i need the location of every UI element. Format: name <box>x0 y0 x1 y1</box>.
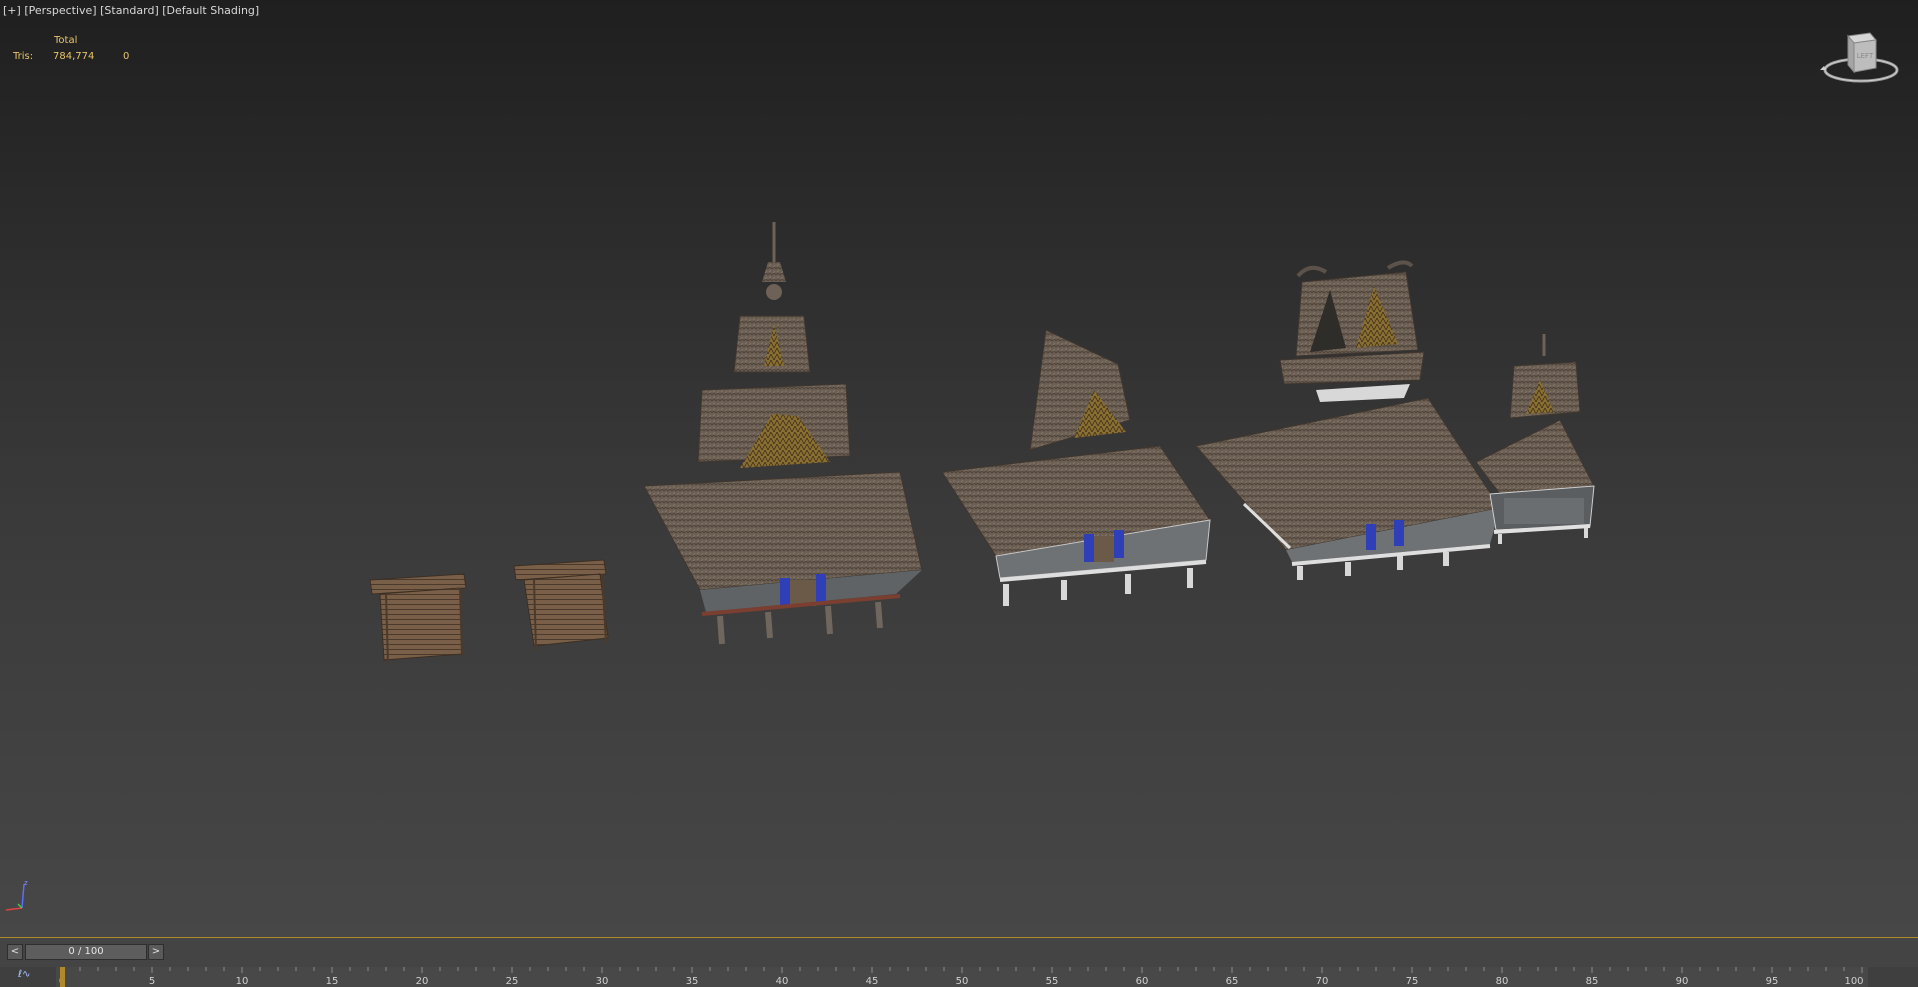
frame-tick-label: 40 <box>776 976 789 987</box>
viewcube-face-label: LEFT <box>1857 52 1874 60</box>
frame-tick-label: 25 <box>506 976 519 987</box>
frame-tick-label: 60 <box>1136 976 1149 987</box>
frame-tick-label: 30 <box>596 976 609 987</box>
previous-frame-button[interactable]: < <box>7 944 23 960</box>
frame-tick-label: 65 <box>1226 976 1239 987</box>
time-slider-bar: < 0 / 100 > <box>0 937 1918 968</box>
viewport-style-menu[interactable]: [Standard] <box>100 4 159 17</box>
pavilion <box>1475 334 1595 544</box>
gabled-house <box>941 329 1211 606</box>
frame-tick-label: 55 <box>1046 976 1059 987</box>
viewport-shading-menu[interactable]: [Default Shading] <box>162 4 259 17</box>
viewport-label-menu[interactable]: [+] [Perspective] [Standard] [Default Sh… <box>3 4 259 17</box>
next-frame-button[interactable]: > <box>148 944 164 960</box>
frame-tick-label: 90 <box>1676 976 1689 987</box>
frame-tick-label: 95 <box>1766 976 1779 987</box>
frame-tick-label: 70 <box>1316 976 1329 987</box>
tris-selected: 0 <box>123 51 130 62</box>
horned-roof-house <box>1195 260 1501 580</box>
stats-header: Total <box>54 35 78 46</box>
frame-tick-label: 100 <box>1844 976 1863 987</box>
frame-tick-label: 80 <box>1496 976 1509 987</box>
frame-tick-label: 50 <box>956 976 969 987</box>
tiered-house <box>643 222 923 645</box>
trackbar-ruler[interactable]: 0510152025303540455055606570758085909510… <box>0 967 1918 987</box>
frame-tick-label: 35 <box>686 976 699 987</box>
scene-render[interactable] <box>0 0 1918 937</box>
frame-tick-label: 5 <box>149 976 155 987</box>
axis-tripod-icon: z <box>5 879 28 911</box>
current-frame-marker[interactable] <box>60 967 65 987</box>
tris-label: Tris: <box>13 51 34 62</box>
frame-tick-label: 20 <box>416 976 429 987</box>
viewcube-icon[interactable]: LEFT <box>1818 28 1904 90</box>
perspective-viewport[interactable]: [+] [Perspective] [Standard] [Default Sh… <box>0 0 1918 937</box>
frame-tick-label: 15 <box>326 976 339 987</box>
frame-tick-label: 85 <box>1586 976 1599 987</box>
tris-total: 784,774 <box>53 51 95 62</box>
viewport-general-menu[interactable]: [+] <box>3 4 21 17</box>
viewport-view-menu[interactable]: [Perspective] <box>24 4 96 17</box>
wooden-shed-2 <box>513 559 609 651</box>
svg-text:z: z <box>24 879 28 887</box>
time-slider[interactable]: 0 / 100 <box>25 944 147 960</box>
frame-tick-label: 10 <box>236 976 249 987</box>
frame-tick-label: 75 <box>1406 976 1419 987</box>
trackbar[interactable]: ℓ∿ 0510152025303540455055606570758085909… <box>0 967 1918 987</box>
frame-tick-label: 45 <box>866 976 879 987</box>
wooden-shed-1 <box>369 573 467 665</box>
